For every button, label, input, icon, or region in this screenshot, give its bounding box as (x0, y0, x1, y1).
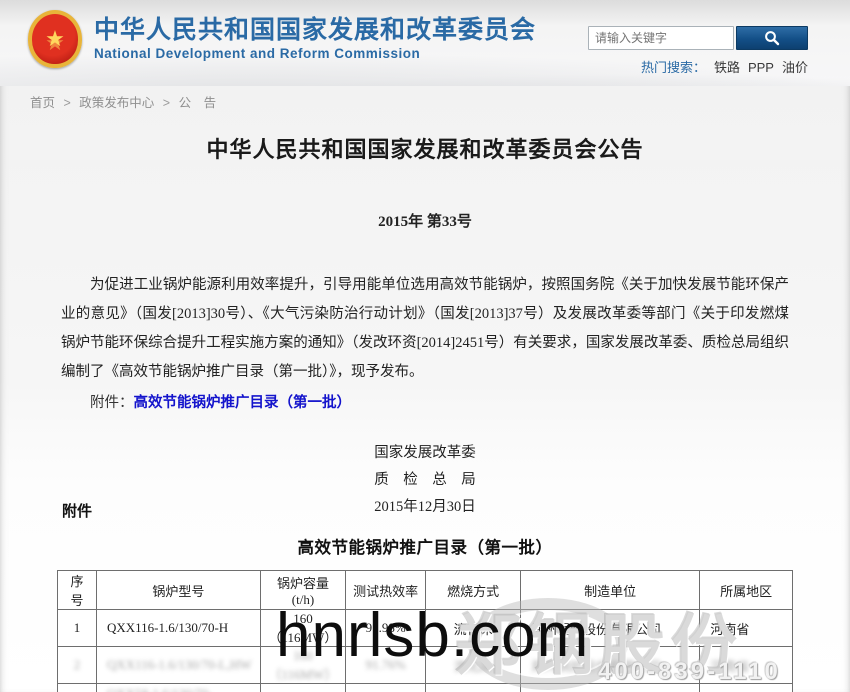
watermark-phone: 400-839-1110 (598, 658, 781, 686)
breadcrumb-announcement: 公 告 (179, 96, 217, 110)
announcement-number: 2015年 第33号 (45, 210, 805, 231)
cell-model: QXX116-1.6/130/70-L,HW (96, 647, 260, 684)
breadcrumb-separator: > (64, 96, 71, 110)
page: ★ 中华人民共和国国家发展和改革委员会 National Development… (0, 0, 850, 692)
brand-text: 中华人民共和国国家发展和改革委员会 National Development a… (94, 17, 536, 61)
attachment-label: 附件： (90, 395, 134, 411)
signature-agency-1: 国家发展改革委 (45, 440, 805, 467)
breadcrumb-home[interactable]: 首页 (30, 96, 55, 110)
col-header-model: 锅炉型号 (96, 571, 260, 610)
hot-search-label: 热门搜索： (641, 60, 706, 75)
attachment-line: 附件：高效节能锅炉推广目录（第一批） (45, 389, 805, 418)
breadcrumb: 首页 > 政策发布中心 > 公 告 (30, 92, 216, 111)
watermark-domain: hnrlsb.com (276, 600, 589, 671)
announcement-body: 为促进工业锅炉能源利用效率提升，引导用能单位选用高效节能锅炉，按照国务院《关于加… (45, 271, 805, 387)
cell-no: 3 (58, 684, 97, 692)
search-button[interactable] (736, 26, 808, 50)
attachment-section-label: 附件 (62, 500, 805, 521)
star-icon: ★ (45, 28, 65, 50)
breadcrumb-separator: > (163, 96, 170, 110)
cell-model: QXX58-1.6/130/70-L,HWII (96, 684, 260, 692)
cell-efficiency: 91.70% (346, 684, 426, 692)
signature-agency-2: 质 检 总 局 (45, 467, 805, 494)
hot-search-term-railway[interactable]: 铁路 (714, 60, 740, 75)
search-icon (764, 30, 780, 46)
site-title-en: National Development and Reform Commissi… (94, 46, 536, 61)
search-area: 热门搜索： 铁路 PPP 油价 (588, 26, 808, 76)
attachment-link[interactable]: 高效节能锅炉推广目录（第一批） (134, 395, 352, 411)
cell-capacity: 80（58MW） (260, 684, 345, 692)
announcement-title: 中华人民共和国国家发展和改革委员会公告 (45, 132, 805, 164)
breadcrumb-policy-center[interactable]: 政策发布中心 (79, 96, 154, 110)
hot-search-term-oil[interactable]: 油价 (782, 60, 808, 75)
search-input[interactable] (588, 26, 734, 50)
col-header-no: 序号 (58, 571, 97, 610)
cell-no: 2 (58, 647, 97, 684)
cell-model: QXX116-1.6/130/70-H (96, 610, 260, 647)
cell-no: 1 (58, 610, 97, 647)
hot-search-term-ppp[interactable]: PPP (748, 60, 774, 75)
site-brand[interactable]: ★ 中华人民共和国国家发展和改革委员会 National Development… (28, 10, 536, 68)
national-emblem-icon: ★ (28, 10, 82, 68)
site-header: ★ 中华人民共和国国家发展和改革委员会 National Development… (0, 0, 850, 86)
hot-search-bar: 热门搜索： 铁路 PPP 油价 (588, 57, 808, 76)
catalog-table-title: 高效节能锅炉推广目录（第一批） (45, 534, 805, 558)
site-title-zh: 中华人民共和国国家发展和改革委员会 (94, 17, 536, 45)
announcement-document: 中华人民共和国国家发展和改革委员会公告 2015年 第33号 为促进工业锅炉能源… (45, 118, 805, 521)
